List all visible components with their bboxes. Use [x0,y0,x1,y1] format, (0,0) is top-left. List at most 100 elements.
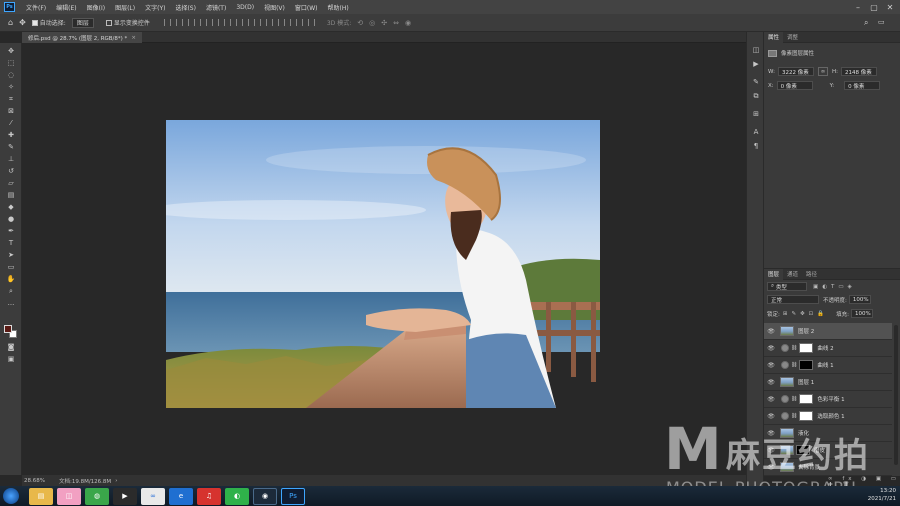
visibility-eye-icon[interactable]: 👁 [767,447,775,454]
align-vcenter-icon[interactable] [211,19,219,26]
tab-layers[interactable]: 图层 [764,268,784,280]
more-tools-icon[interactable]: ··· [6,301,16,309]
layer-mask-thumbnail[interactable] [799,343,814,353]
close-window-icon[interactable]: ✕ [882,0,898,14]
gradient-tool-icon[interactable]: ▤ [6,191,16,199]
move-tool-icon[interactable]: ✥ [6,47,16,55]
marquee-tool-icon[interactable]: ⬚ [6,59,16,67]
layer-name[interactable]: 选取颜色 1 [817,412,844,420]
3d-slide-icon[interactable]: ⇔ [393,19,399,27]
dodge-tool-icon[interactable]: ● [6,215,16,223]
distribute-vcenter-icon[interactable] [283,19,291,26]
layer-row[interactable]: 👁 液化 [764,425,892,442]
brush-tool-icon[interactable]: ✎ [6,143,16,151]
auto-select-checkbox[interactable] [31,19,38,26]
3d-roll-icon[interactable]: ◎ [369,19,375,27]
wechat-icon[interactable]: ◐ [225,487,249,505]
layer-name[interactable]: 图层 2 [798,327,814,335]
tab-adjustments[interactable]: 调整 [783,32,802,43]
screen-mode-icon[interactable]: ▣ [6,355,16,363]
layer-thumbnail[interactable] [780,462,794,472]
distribute-right-icon[interactable] [259,19,267,26]
menu-file[interactable]: 文件(F) [21,3,51,12]
layer-row[interactable]: 👁 ⛓ 曲线 1 [764,357,892,374]
menu-filter[interactable]: 滤镜(T) [201,3,231,12]
layer-name[interactable]: 色彩平衡 1 [817,395,844,403]
mask-link-icon[interactable]: ⛓ [791,362,797,368]
quick-mask-icon[interactable]: ◙ [6,343,16,351]
layer-name[interactable]: 曲线 1 [817,361,833,369]
visibility-eye-icon[interactable]: 👁 [767,379,775,386]
menu-layer[interactable]: 图层(L) [110,3,140,12]
photoshop-taskbar-icon[interactable]: Ps [281,487,305,505]
visibility-eye-icon[interactable]: 👁 [767,345,775,352]
document-tab[interactable]: 修后.psd @ 28.7% (图层 2, RGB/8*) * × [22,32,142,43]
visibility-eye-icon[interactable]: 👁 [767,430,775,437]
align-top-icon[interactable] [199,19,207,26]
frame-tool-icon[interactable]: ⊠ [6,107,16,115]
type-tool-icon[interactable]: T [6,239,16,247]
layer-thumbnail[interactable] [780,377,794,387]
history-brush-tool-icon[interactable]: ↺ [6,167,16,175]
character-panel-icon[interactable]: A [751,128,761,137]
healing-brush-tool-icon[interactable]: ✚ [6,131,16,139]
auto-select-target-dropdown[interactable]: 图层 [71,17,94,28]
distribute-left-icon[interactable] [235,19,243,26]
workspace-icon[interactable]: ▭ [878,18,885,26]
visibility-eye-icon[interactable]: 👁 [767,413,775,420]
explorer-icon[interactable]: ▤ [29,487,53,505]
layer-name[interactable]: 去除背景 [798,463,820,471]
auto-select-option[interactable]: 自动选择: [31,18,66,27]
clone-source-icon[interactable]: ⧉ [751,92,761,101]
menu-type[interactable]: 文字(Y) [140,3,170,12]
search-icon[interactable]: ⌕ [864,18,868,28]
visibility-eye-icon[interactable]: 👁 [767,362,775,369]
brush-settings-icon[interactable]: ✎ [751,78,761,87]
eraser-tool-icon[interactable]: ▱ [6,179,16,187]
layer-mask-thumbnail[interactable] [799,360,814,370]
layer-row[interactable]: 👁 去除背景 [764,459,892,476]
tab-paths[interactable]: 路径 [802,269,821,280]
3d-rotate-icon[interactable]: ⟲ [357,19,363,27]
distribute-hcenter-icon[interactable] [247,19,255,26]
menu-3d[interactable]: 3D(D) [231,4,259,11]
blend-mode-dropdown[interactable]: 正常 [767,295,819,304]
layers-scrollbar[interactable] [894,325,898,465]
lasso-tool-icon[interactable]: ◌ [6,71,16,79]
width-field[interactable]: 3222 像素 [777,67,814,76]
align-left-icon[interactable] [163,19,171,26]
path-selection-tool-icon[interactable]: ➤ [6,251,16,259]
shape-tool-icon[interactable]: ▭ [6,263,16,271]
fill-field[interactable]: 100% [851,309,874,318]
mask-link-icon[interactable]: ⛓ [791,396,797,402]
tab-properties[interactable]: 属性 [764,31,784,43]
filter-icons[interactable]: ▣◐T▭◈ [813,284,856,290]
3d-pan-icon[interactable]: ✣ [381,19,387,27]
layer-thumbnail[interactable] [780,445,794,455]
layer-mask-thumbnail[interactable] [799,394,814,404]
document-size[interactable]: 文档:19.8M/126.8M [59,477,111,485]
opacity-field[interactable]: 100% [848,295,871,304]
align-bottom-icon[interactable] [223,19,231,26]
layer-thumbnail[interactable] [780,428,794,438]
layer-row[interactable]: 👁 ⛓ 色彩平衡 1 [764,391,892,408]
magic-wand-tool-icon[interactable]: ✧ [6,83,16,91]
3d-scale-icon[interactable]: ◉ [405,19,411,27]
ie-browser-icon[interactable]: e [169,487,193,505]
x-field[interactable]: 0 像素 [776,81,813,90]
align-right-icon[interactable] [187,19,195,26]
zoom-tool-icon[interactable]: ⌕ [6,287,16,295]
layer-name[interactable]: 曲线 2 [817,344,833,352]
visibility-eye-icon[interactable]: 👁 [767,328,775,335]
layer-row[interactable]: 👁 ⛓ 曲线 2 [764,340,892,357]
layer-row[interactable]: 👁 图层 2 [764,323,892,340]
distribute-bottom-icon[interactable] [295,19,303,26]
layer-row[interactable]: 👁 图层 1 [764,374,892,391]
menu-image[interactable]: 图像(I) [82,3,110,12]
layer-mask-thumbnail[interactable] [799,411,814,421]
layer-name[interactable]: 图层 1 [798,378,814,386]
height-field[interactable]: 2148 像素 [840,67,877,76]
transform-controls-option[interactable]: 显示变换控件 [105,18,150,27]
minimize-icon[interactable]: – [850,0,866,14]
media-player-icon[interactable]: ▶ [113,487,137,505]
